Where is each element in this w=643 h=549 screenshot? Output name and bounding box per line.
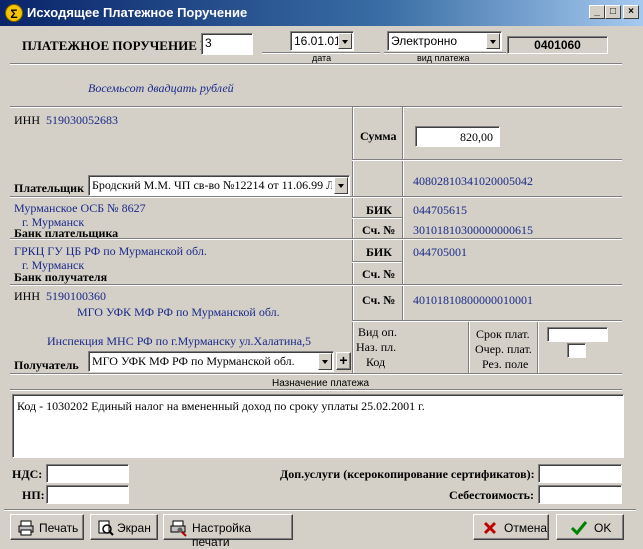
np-input[interactable] [46, 485, 129, 504]
payee-bank-label: Банк получателя [14, 270, 108, 284]
divider [10, 106, 622, 108]
payer-inn-label: ИНН [14, 113, 40, 127]
chevron-down-icon[interactable] [486, 33, 500, 49]
chevron-down-icon[interactable] [338, 33, 352, 49]
magnifier-icon [98, 520, 114, 536]
code-srok-label: Срок плат. [476, 327, 530, 341]
payment-type-select[interactable]: Электронно [387, 31, 502, 51]
divider [10, 389, 622, 391]
ocher-input[interactable] [567, 343, 586, 358]
maximize-icon[interactable]: □ [605, 5, 621, 19]
payer-bik-label: БИК [366, 203, 392, 217]
divider [352, 320, 622, 322]
payee-label: Получатель [14, 358, 79, 372]
np-label: НП: [22, 488, 45, 502]
extra-services-input[interactable] [538, 464, 622, 483]
date-caption: дата [312, 53, 332, 63]
divider [10, 196, 622, 198]
purpose-textarea[interactable]: Код - 1030202 Единый налог на вмененный … [12, 394, 624, 458]
grid-vline [468, 320, 470, 373]
divider [10, 284, 622, 286]
divider [4, 509, 636, 511]
minimize-icon[interactable]: _ [589, 5, 605, 19]
cost-label: Себестоимость: [449, 488, 535, 502]
payment-type-caption: вид платежа [417, 53, 470, 63]
sum-input[interactable]: 820,00 [415, 126, 500, 147]
payee-bik-value: 044705001 [413, 245, 467, 259]
grid-vline [537, 320, 539, 373]
payee-inn-value: 5190100360 [46, 289, 106, 303]
srok-input[interactable] [547, 327, 608, 342]
printer-icon [18, 520, 34, 536]
doc-title-label: ПЛАТЕЖНОЕ ПОРУЧЕНИЕ № [22, 38, 214, 53]
payee-account-label: Сч. № [362, 293, 396, 307]
grid-vline [352, 107, 354, 373]
printer-settings-icon [170, 520, 187, 537]
form-code: 0401060 [507, 36, 608, 54]
payee-select[interactable]: МГО УФК МФ РФ по Мурманской обл. [88, 351, 334, 372]
payer-account: 40802810341020005042 [413, 174, 533, 188]
window-title: Исходящее Платежное Поручение [27, 5, 248, 20]
screen-button[interactable]: Экран [90, 514, 158, 540]
nds-label: НДС: [12, 467, 43, 481]
payer-inn-value: 519030052683 [46, 113, 118, 127]
doc-number-input[interactable]: 3 [201, 33, 253, 55]
payee-inn-label: ИНН [14, 289, 40, 303]
purpose-caption: Назначение платежа [272, 378, 370, 389]
divider [10, 63, 622, 65]
payee-name-line1: МГО УФК МФ РФ по Мурманской обл. [77, 305, 280, 319]
grid-vline [402, 107, 404, 320]
chevron-down-icon[interactable] [318, 353, 332, 370]
payer-label: Плательщик [14, 181, 85, 195]
divider [352, 217, 402, 219]
cost-input[interactable] [538, 485, 622, 504]
print-button[interactable]: Печать [10, 514, 84, 540]
code-kod-label: Код [366, 355, 386, 369]
nds-input[interactable] [46, 464, 129, 483]
app-icon: Σ [5, 4, 23, 22]
code-naz-pl-label: Наз. пл. [356, 340, 397, 354]
add-payee-button[interactable]: + [336, 352, 351, 370]
checkmark-icon [570, 521, 588, 536]
cancel-button[interactable]: Отмена [473, 514, 549, 540]
payer-select[interactable]: Бродский М.М. ЧП св-во №12214 от 11.06.9… [88, 175, 350, 196]
code-ocher-label: Очер. плат. [475, 342, 532, 356]
payee-account-value: 40101810800000010001 [413, 293, 533, 307]
cancel-x-icon [483, 521, 497, 535]
date-select[interactable]: 16.01.01 [290, 31, 354, 51]
payee-bank-name: ГРКЦ ГУ ЦБ РФ по Мурманской обл. [14, 244, 207, 258]
sum-label: Сумма [360, 129, 397, 143]
payee-bik-label: БИК [366, 245, 392, 259]
payee-name-line2: Инспекция МНС РФ по г.Мурманску ул.Халат… [47, 334, 312, 348]
divider [352, 261, 402, 263]
ok-button[interactable]: OK [556, 514, 624, 540]
payer-bank-name: Мурманское ОСБ № 8627 [14, 201, 146, 215]
payee-corr-label: Сч. № [362, 267, 396, 281]
amount-in-words: Восемьсот двадцать рублей [88, 81, 234, 95]
divider [10, 238, 622, 240]
divider [352, 159, 622, 161]
payer-corr-label: Сч. № [362, 223, 396, 237]
extra-services-label: Доп.услуги (ксерокопирование сертификато… [280, 467, 535, 481]
payer-bik-value: 044705615 [413, 203, 467, 217]
code-vid-op-label: Вид оп. [358, 325, 397, 339]
code-rez-label: Рез. поле [482, 357, 529, 371]
payer-corr-value: 30101810300000000615 [413, 223, 533, 237]
print-setup-button[interactable]: Настройка печати [163, 514, 293, 549]
close-icon[interactable]: × [623, 5, 639, 19]
chevron-down-icon[interactable] [334, 177, 348, 194]
divider [10, 373, 622, 375]
